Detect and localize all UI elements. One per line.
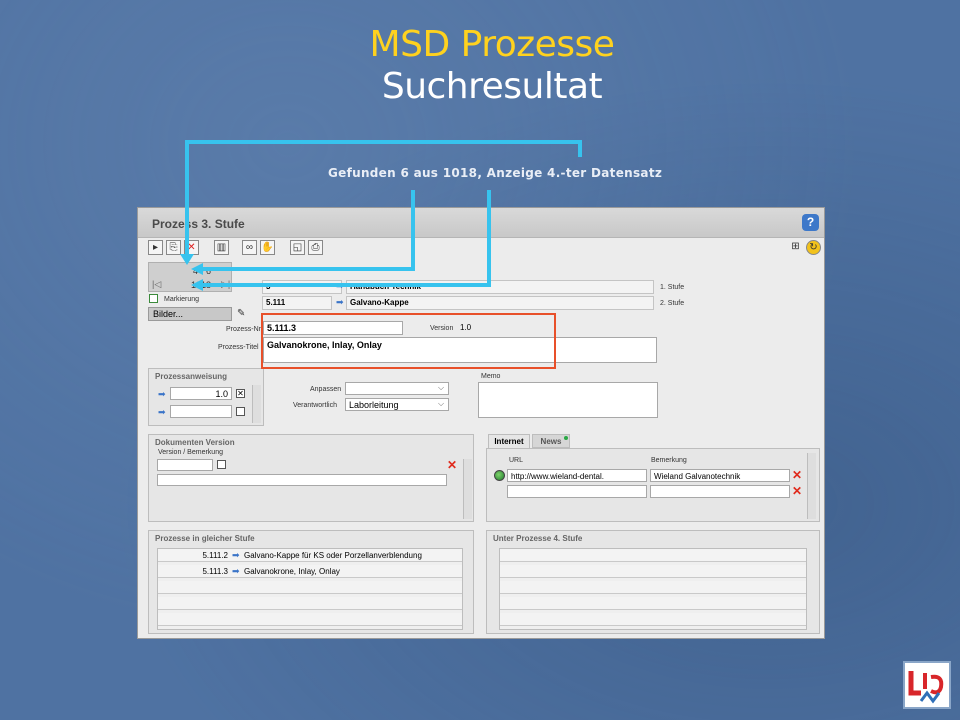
markierung-checkbox[interactable] bbox=[149, 294, 158, 303]
level2-number: 5.111 bbox=[262, 296, 332, 310]
prozess-nr-label: Prozess-Nr. bbox=[226, 326, 263, 333]
hand-icon[interactable]: ✋ bbox=[260, 240, 275, 255]
anpassen-field[interactable] bbox=[345, 382, 449, 395]
globe-icon[interactable] bbox=[494, 470, 505, 481]
annotation-arrowhead-icon bbox=[191, 279, 203, 291]
tab-internet[interactable]: Internet bbox=[488, 434, 530, 449]
unter-prozesse-panel: Unter Prozesse 4. Stufe bbox=[486, 530, 820, 634]
annotation-line bbox=[487, 190, 491, 287]
memo-field[interactable] bbox=[478, 382, 658, 418]
scrollbar[interactable] bbox=[463, 459, 472, 519]
window-title: Prozess 3. Stufe bbox=[152, 217, 245, 231]
edit-icon[interactable]: ✎ bbox=[237, 308, 245, 319]
window-header: Prozess 3. Stufe ? bbox=[138, 208, 824, 238]
scrollbar[interactable] bbox=[252, 385, 261, 423]
anweisung-version-field-2[interactable] bbox=[170, 405, 232, 418]
annotation-arrowhead-icon bbox=[191, 263, 203, 275]
book-icon[interactable]: ▥ bbox=[214, 240, 229, 255]
doc-version-field[interactable] bbox=[157, 459, 213, 471]
url-bemerkung-field-empty[interactable] bbox=[650, 485, 790, 498]
arrow-icon: ➡ bbox=[336, 297, 344, 307]
scrollbar[interactable] bbox=[807, 453, 816, 519]
markierung-label: Markierung bbox=[164, 296, 200, 303]
help-icon[interactable]: ? bbox=[802, 214, 819, 231]
delete-icon[interactable]: ✕ bbox=[792, 485, 802, 497]
print-icon[interactable]: ⎙ bbox=[308, 240, 323, 255]
annotation-line bbox=[202, 283, 491, 287]
process-number: 5.111.2 bbox=[202, 551, 228, 560]
company-logo bbox=[903, 661, 951, 709]
level1-label: 1. Stufe bbox=[660, 284, 685, 291]
unter-prozesse-title: Unter Prozesse 4. Stufe bbox=[493, 534, 583, 543]
version-bemerkung-header: Version / Bemerkung bbox=[158, 449, 223, 456]
prozess-titel-label: Prozess-Titel bbox=[218, 344, 259, 351]
level2-label: 2. Stufe bbox=[660, 300, 685, 307]
dropdown-icon[interactable]: ⌵ bbox=[438, 399, 444, 409]
url-field-empty[interactable] bbox=[507, 485, 647, 498]
delete-icon[interactable]: ✕ bbox=[447, 459, 457, 471]
arrow-icon: ➡ bbox=[158, 407, 166, 417]
list-item[interactable]: 5.111.2 ➡ Galvano-Kappe für KS oder Porz… bbox=[158, 549, 462, 562]
annotation-line bbox=[202, 267, 415, 271]
doc-version-checkbox[interactable] bbox=[217, 460, 226, 469]
list-item[interactable] bbox=[500, 581, 806, 594]
unter-prozesse-list bbox=[499, 548, 807, 630]
slide-subtitle: Suchresultat bbox=[381, 66, 603, 107]
bilder-button[interactable]: Bilder... bbox=[148, 307, 232, 321]
list-item[interactable] bbox=[500, 549, 806, 562]
anweisung-checkbox-checked[interactable]: ✕ bbox=[236, 389, 245, 398]
logo-icon bbox=[905, 663, 949, 707]
prozessanweisung-panel: Prozessanweisung ➡ 1.0 ✕ ➡ bbox=[148, 368, 264, 426]
list-item[interactable] bbox=[158, 597, 462, 610]
internet-panel: URL Bemerkung http://www.wieland-dental.… bbox=[486, 448, 820, 522]
tree-icon[interactable]: ⊞ bbox=[788, 240, 803, 255]
bemerkung-header: Bemerkung bbox=[651, 457, 687, 464]
prozessanweisung-title: Prozessanweisung bbox=[155, 372, 228, 381]
gleiche-stufe-list: 5.111.2 ➡ Galvano-Kappe für KS oder Porz… bbox=[157, 548, 463, 630]
highlight-box bbox=[261, 313, 556, 369]
binoculars-icon[interactable]: ∞ bbox=[242, 240, 257, 255]
verantwortlich-label: Verantwortlich bbox=[293, 402, 337, 409]
list-item[interactable] bbox=[500, 565, 806, 578]
dokumenten-version-title: Dokumenten Version bbox=[155, 438, 235, 447]
url-header: URL bbox=[509, 457, 524, 464]
preview-icon[interactable]: ◱ bbox=[290, 240, 305, 255]
gleiche-stufe-title: Prozesse in gleicher Stufe bbox=[155, 534, 255, 543]
annotation-line bbox=[411, 190, 415, 271]
anweisung-checkbox[interactable] bbox=[236, 407, 245, 416]
list-item[interactable] bbox=[158, 613, 462, 626]
news-indicator-icon bbox=[564, 436, 568, 440]
annotation-line bbox=[185, 140, 582, 144]
anweisung-version-field[interactable]: 1.0 bbox=[170, 387, 232, 400]
memo-label: Memo bbox=[481, 373, 501, 380]
search-result-annotation: Gefunden 6 aus 1018, Anzeige 4.-ter Date… bbox=[328, 166, 663, 180]
process-number: 5.111.3 bbox=[202, 567, 228, 576]
annotation-line bbox=[185, 140, 189, 258]
url-bemerkung-field[interactable]: Wieland Galvanotechnik bbox=[650, 469, 790, 482]
arrow-icon: ➡ bbox=[232, 550, 240, 560]
dropdown-icon[interactable]: ⌵ bbox=[438, 383, 444, 393]
arrow-icon: ➡ bbox=[232, 566, 240, 576]
url-field[interactable]: http://www.wieland-dental. bbox=[507, 469, 647, 482]
doc-bemerkung-field[interactable] bbox=[157, 474, 447, 486]
list-item[interactable]: 5.111.3 ➡ Galvanokrone, Inlay, Onlay bbox=[158, 565, 462, 578]
list-item[interactable] bbox=[500, 613, 806, 626]
anpassen-label: Anpassen bbox=[310, 386, 342, 393]
slide-title: MSD Prozesse bbox=[369, 24, 615, 65]
process-window: Prozess 3. Stufe ? ▸ ⎘ ✕ ▥ ∞ ✋ ◱ ⎙ ⊞ ↻ 4… bbox=[137, 207, 825, 639]
level2-title: Galvano-Kappe bbox=[346, 296, 654, 310]
dokumenten-version-panel: Dokumenten Version Version / Bemerkung ✕ bbox=[148, 434, 474, 522]
verantwortlich-field[interactable]: Laborleitung bbox=[345, 398, 449, 411]
process-title: Galvano-Kappe für KS oder Porzellanverbl… bbox=[244, 551, 422, 560]
delete-icon[interactable]: ✕ bbox=[792, 469, 802, 481]
list-item[interactable] bbox=[500, 597, 806, 610]
list-item[interactable] bbox=[158, 581, 462, 594]
arrow-icon: ➡ bbox=[158, 389, 166, 399]
first-icon[interactable]: ▸ bbox=[148, 240, 163, 255]
gleiche-stufe-panel: Prozesse in gleicher Stufe 5.111.2 ➡ Gal… bbox=[148, 530, 474, 634]
status-icon[interactable]: ↻ bbox=[806, 240, 821, 255]
process-title: Galvanokrone, Inlay, Onlay bbox=[244, 567, 340, 576]
